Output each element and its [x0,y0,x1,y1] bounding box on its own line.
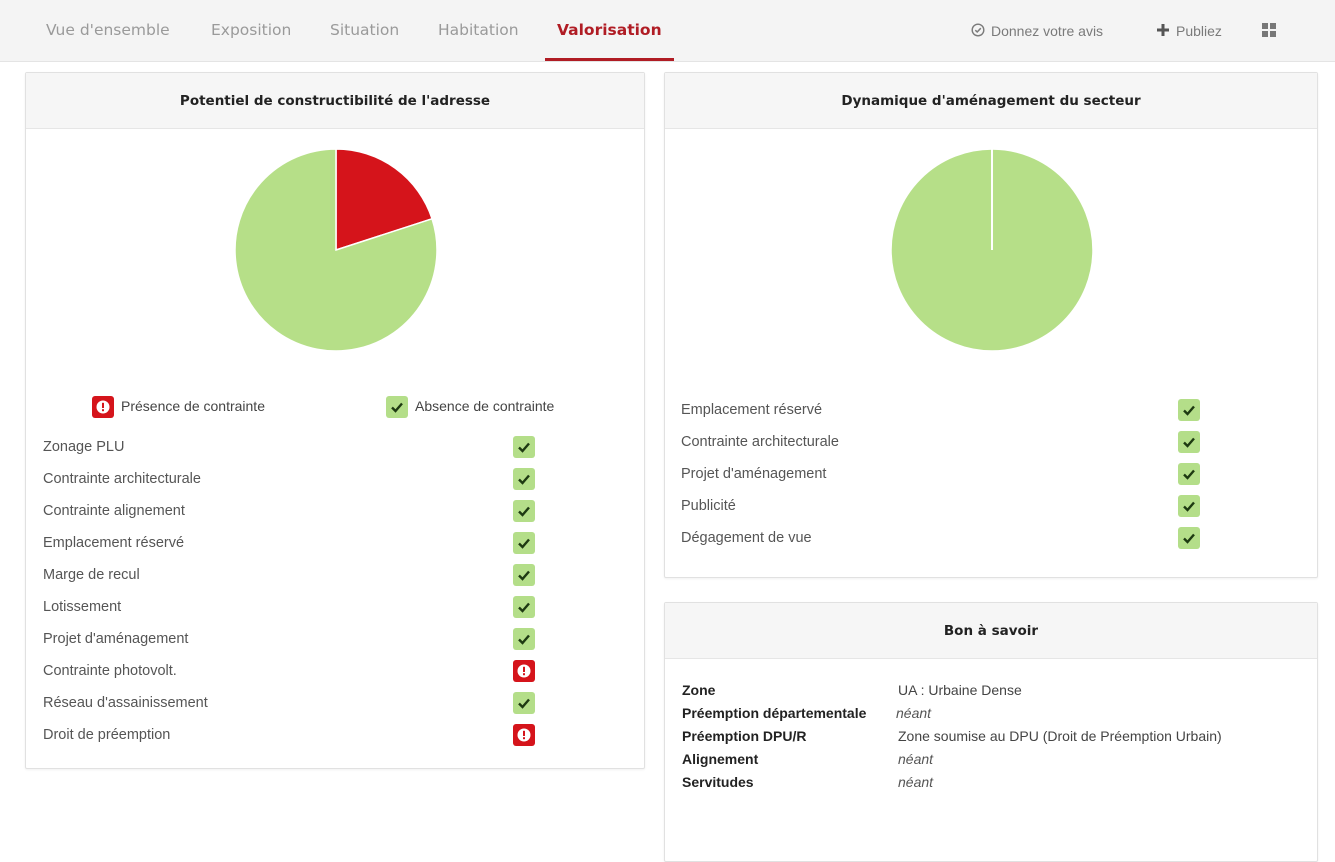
check-icon [1178,527,1200,549]
status-row-label: Contrainte alignement [43,503,185,519]
status-row: Lotissement [43,591,563,623]
feedback-label: Donnez votre avis [991,23,1104,39]
status-row-label: Projet d'aménagement [681,466,827,482]
alert-icon [513,724,535,746]
status-row-label: Dégagement de vue [681,530,812,546]
status-row: Projet d'aménagement [681,458,1221,490]
good-to-know-title: Bon à savoir [665,603,1317,659]
check-icon [1178,399,1200,421]
plus-icon [1156,1,1170,63]
check-icon [513,628,535,650]
tab-habitation[interactable]: Habitation [438,0,519,62]
check-icon [1178,463,1200,485]
status-row: Contrainte architecturale [43,463,563,495]
status-row: Emplacement réservé [681,394,1221,426]
grid-icon [1262,1,1276,63]
check-icon [1178,431,1200,453]
grid-menu-button[interactable] [1262,0,1282,62]
status-row: Réseau d'assainissement [43,687,563,719]
status-row-label: Contrainte architecturale [681,434,839,450]
check-icon [513,532,535,554]
status-row-label: Projet d'aménagement [43,631,189,647]
status-row-label: Zonage PLU [43,439,125,455]
status-row: Marge de recul [43,559,563,591]
check-icon [513,564,535,586]
feedback-button[interactable]: Donnez votre avis [971,0,1103,62]
top-navigation: Vue d'ensemble Exposition Situation Habi… [0,0,1335,62]
legend-absence: Absence de contrainte [386,394,555,419]
status-row-label: Emplacement réservé [681,402,823,418]
publish-label: Publiez [1176,23,1222,39]
info-value: Zone soumise au DPU (Droit de Préemption… [898,728,1222,744]
info-key: Servitudes [682,774,754,790]
check-icon [513,596,535,618]
tab-situation[interactable]: Situation [330,0,399,62]
check-circle-icon [971,1,985,63]
legend-presence-label: Présence de contrainte [121,398,265,414]
check-icon [513,500,535,522]
publish-button[interactable]: Publiez [1156,0,1222,62]
constructibility-panel: Potentiel de constructibilité de l'adres… [25,72,645,769]
status-row-label: Réseau d'assainissement [43,695,208,711]
status-row: Zonage PLU [43,431,563,463]
status-row-label: Contrainte architecturale [43,471,201,487]
status-row: Contrainte alignement [43,495,563,527]
check-icon [1178,495,1200,517]
status-row-label: Contrainte photovolt. [43,663,177,679]
legend-presence: Présence de contrainte [92,394,265,419]
info-value: UA : Urbaine Dense [898,682,1022,698]
tab-valorisation[interactable]: Valorisation [545,0,674,62]
status-row-label: Publicité [681,498,736,514]
dynamics-title: Dynamique d'aménagement du secteur [665,73,1317,129]
status-row-label: Marge de recul [43,567,140,583]
check-icon [513,468,535,490]
info-value: néant [896,705,932,721]
legend-absence-label: Absence de contrainte [415,398,555,414]
status-row-label: Droit de préemption [43,727,171,743]
status-row: Projet d'aménagement [43,623,563,655]
check-icon [513,436,535,458]
info-key: Préemption départementale [682,705,867,721]
status-row-label: Emplacement réservé [43,535,185,551]
status-row: Dégagement de vue [681,522,1221,554]
info-key: Alignement [682,751,759,767]
status-row: Publicité [681,490,1221,522]
good-to-know-panel: Bon à savoir Zone UA : Urbaine Dense Préem… [664,602,1318,862]
constructibility-title: Potentiel de constructibilité de l'adres… [26,73,644,129]
check-icon [513,692,535,714]
dynamics-pie-chart [890,148,1094,352]
status-row: Contrainte photovolt. [43,655,563,687]
status-row: Contrainte architecturale [681,426,1221,458]
constructibility-pie-chart [234,148,438,352]
info-value: néant [898,774,934,790]
alert-icon [92,396,114,419]
alert-icon [513,660,535,682]
status-row: Droit de préemption [43,719,563,751]
dynamics-panel: Dynamique d'aménagement du secteur Empla… [664,72,1318,578]
info-key: Zone [682,682,716,698]
good-to-know-table: Zone UA : Urbaine Dense Préemption départe… [682,679,1312,799]
status-row-label: Lotissement [43,599,122,615]
info-value: néant [898,751,934,767]
status-row: Emplacement réservé [43,527,563,559]
info-key: Préemption DPU/R [682,728,807,744]
check-icon [386,396,408,419]
tab-exposition[interactable]: Exposition [211,0,291,62]
tab-vue-ensemble[interactable]: Vue d'ensemble [46,0,170,62]
